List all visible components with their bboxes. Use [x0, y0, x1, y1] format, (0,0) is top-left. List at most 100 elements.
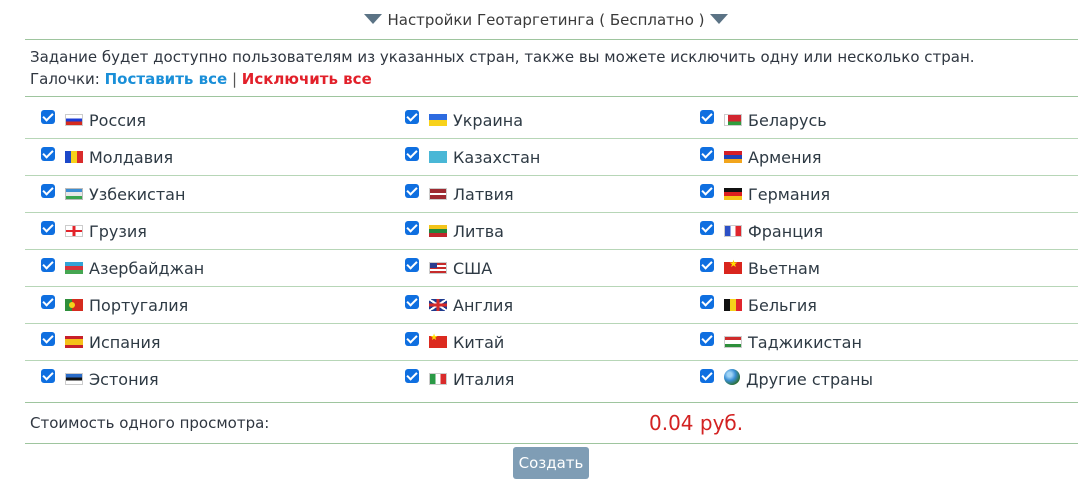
geotargeting-title: Настройки Геотаргетинга ( Бесплатно )	[387, 11, 705, 29]
country-option[interactable]: Другие страны	[700, 361, 873, 397]
uzbekistan-flag-icon	[65, 188, 83, 200]
country-option[interactable]: Германия	[700, 176, 830, 212]
country-label: Эстония	[89, 369, 159, 389]
estonia-flag-icon	[65, 373, 83, 385]
country-label: Италия	[453, 369, 515, 389]
moldova-flag-icon	[65, 151, 83, 163]
country-option[interactable]: Эстония	[41, 361, 159, 397]
country-checkbox[interactable]	[700, 295, 714, 309]
country-option[interactable]: Франция	[700, 213, 823, 249]
country-row: Россия Украина Беларусь	[25, 102, 1078, 139]
country-option[interactable]: Казахстан	[405, 139, 540, 175]
country-checkbox[interactable]	[405, 184, 419, 198]
country-checkbox[interactable]	[41, 332, 55, 346]
set-all-link[interactable]: Поставить все	[105, 70, 228, 88]
country-option[interactable]: Италия	[405, 361, 514, 397]
country-checkbox[interactable]	[41, 184, 55, 198]
country-label: Казахстан	[453, 147, 541, 167]
triangle-down-icon	[709, 14, 728, 24]
country-checkbox[interactable]	[405, 295, 419, 309]
country-option[interactable]: США	[405, 250, 492, 286]
country-label: США	[453, 258, 493, 278]
country-option[interactable]: Испания	[41, 324, 161, 360]
country-checkbox[interactable]	[41, 147, 55, 161]
country-label: Китай	[453, 332, 505, 352]
create-button[interactable]: Создать	[513, 447, 589, 479]
country-label: Литва	[453, 221, 504, 241]
country-checkbox[interactable]	[41, 258, 55, 272]
country-option[interactable]: Бельгия	[700, 287, 817, 323]
russia-flag-icon	[65, 114, 83, 126]
country-label: Англия	[453, 295, 514, 315]
divider	[25, 96, 1078, 97]
link-separator: |	[231, 70, 237, 88]
spain-flag-icon	[65, 336, 83, 348]
country-label: Россия	[89, 110, 147, 130]
divider	[25, 402, 1078, 403]
country-checkbox[interactable]	[405, 221, 419, 235]
country-checkbox[interactable]	[405, 369, 419, 383]
checkboxes-label: Галочки:	[30, 70, 100, 88]
country-checkbox[interactable]	[700, 184, 714, 198]
country-checkbox[interactable]	[405, 332, 419, 346]
azerbaijan-flag-icon	[65, 262, 83, 274]
country-label: Португалия	[89, 295, 189, 315]
kazakhstan-flag-icon	[429, 151, 447, 163]
country-option[interactable]: Португалия	[41, 287, 188, 323]
country-checkbox[interactable]	[700, 110, 714, 124]
country-option[interactable]: Англия	[405, 287, 513, 323]
usa-flag-icon	[429, 262, 447, 274]
country-option[interactable]: Украина	[405, 102, 523, 138]
belarus-flag-icon	[724, 114, 742, 126]
country-checkbox[interactable]	[405, 147, 419, 161]
country-row: Молдавия Казахстан Армения	[25, 139, 1078, 176]
country-checkbox[interactable]	[41, 295, 55, 309]
germany-flag-icon	[724, 188, 742, 200]
country-option[interactable]: Китай	[405, 324, 504, 360]
cost-value: 0.04 руб.	[649, 411, 744, 435]
country-option[interactable]: Латвия	[405, 176, 514, 212]
china-flag-icon	[429, 333, 447, 348]
country-checkbox[interactable]	[700, 369, 714, 383]
country-row: Грузия Литва Франция	[25, 213, 1078, 250]
country-checkbox[interactable]	[41, 110, 55, 124]
portugal-flag-icon	[65, 299, 83, 311]
latvia-flag-icon	[429, 188, 447, 200]
country-row: Узбекистан Латвия Германия	[25, 176, 1078, 213]
country-row: Эстония Италия Другие страны	[25, 361, 1078, 398]
geotargeting-header[interactable]: Настройки Геотаргетинга ( Бесплатно )	[0, 8, 1092, 32]
country-checkbox[interactable]	[700, 258, 714, 272]
triangle-down-icon	[364, 14, 383, 24]
country-option[interactable]: Беларусь	[700, 102, 827, 138]
country-option[interactable]: Россия	[41, 102, 146, 138]
country-row: Португалия Англия Бельгия	[25, 287, 1078, 324]
globe-icon	[724, 369, 740, 385]
country-option[interactable]: Таджикистан	[700, 324, 862, 360]
uk-flag-icon	[429, 299, 447, 311]
country-option[interactable]: Литва	[405, 213, 504, 249]
country-label: Бельгия	[748, 295, 817, 315]
country-checkbox[interactable]	[700, 332, 714, 346]
country-checkbox[interactable]	[41, 369, 55, 383]
country-label: Другие страны	[746, 369, 874, 389]
country-option[interactable]: Армения	[700, 139, 822, 175]
country-label: Испания	[89, 332, 161, 352]
country-option[interactable]: Молдавия	[41, 139, 173, 175]
country-option[interactable]: Узбекистан	[41, 176, 185, 212]
country-option[interactable]: Вьетнам	[700, 250, 820, 286]
country-label: Беларусь	[748, 110, 827, 130]
country-row: Азербайджан США Вьетнам	[25, 250, 1078, 287]
country-checkbox[interactable]	[700, 147, 714, 161]
exclude-all-link[interactable]: Исключить все	[242, 70, 372, 88]
country-label: Молдавия	[89, 147, 174, 167]
country-checkbox[interactable]	[405, 110, 419, 124]
country-option[interactable]: Грузия	[41, 213, 147, 249]
country-label: Армения	[748, 147, 822, 167]
tajikistan-flag-icon	[724, 336, 742, 348]
country-checkbox[interactable]	[405, 258, 419, 272]
country-label: Азербайджан	[89, 258, 205, 278]
country-option[interactable]: Азербайджан	[41, 250, 204, 286]
country-checkbox[interactable]	[41, 221, 55, 235]
country-checkbox[interactable]	[700, 221, 714, 235]
country-label: Вьетнам	[748, 258, 820, 278]
